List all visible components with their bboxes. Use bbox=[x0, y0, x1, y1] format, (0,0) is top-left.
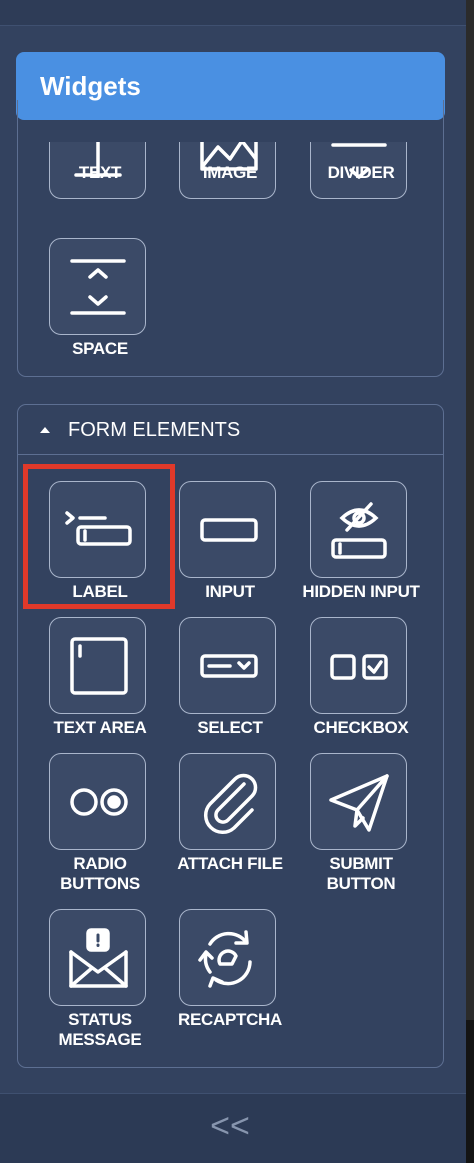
top-bar bbox=[0, 0, 466, 26]
widget-label: SPACE bbox=[72, 339, 128, 358]
form-elements-header[interactable]: FORM ELEMENTS bbox=[18, 405, 443, 455]
radio-buttons-icon bbox=[49, 753, 146, 850]
widgets-panel: Widgets TEXT IMAGE DIVIDER SPACE FORM EL… bbox=[0, 0, 466, 1163]
widget-label-text: TEXT AREA bbox=[53, 718, 147, 737]
widget-label: TEXT bbox=[78, 163, 122, 182]
space-icon bbox=[49, 238, 146, 335]
widget-label-text: ATTACH FILE bbox=[177, 854, 283, 873]
widget-text[interactable]: TEXT bbox=[25, 142, 175, 222]
widget-image[interactable]: IMAGE bbox=[155, 142, 305, 222]
label-line: STATUS bbox=[68, 1010, 132, 1029]
collapse-arrow-icon bbox=[40, 427, 50, 433]
recaptcha-icon bbox=[179, 909, 276, 1006]
widget-label-text: SUBMIT BUTTON bbox=[286, 854, 436, 894]
widget-radio-buttons[interactable]: RADIO BUTTONS bbox=[25, 753, 175, 895]
widget-label-text: CHECKBOX bbox=[313, 718, 409, 737]
panel-footer: << bbox=[0, 1093, 466, 1163]
checkbox-icon bbox=[310, 617, 407, 714]
label-line: MESSAGE bbox=[58, 1030, 142, 1049]
text-area-icon bbox=[49, 617, 146, 714]
widget-select[interactable]: SELECT bbox=[155, 617, 305, 739]
widget-label-text: SELECT bbox=[197, 718, 263, 737]
input-icon bbox=[179, 481, 276, 578]
widget-label-text: STATUS MESSAGE bbox=[25, 1010, 175, 1050]
widget-label-text: HIDDEN INPUT bbox=[302, 582, 420, 601]
envelope-alert-icon bbox=[49, 909, 146, 1006]
section-title: FORM ELEMENTS bbox=[68, 419, 241, 441]
widget-label: IMAGE bbox=[202, 163, 258, 182]
canvas-edge bbox=[466, 0, 474, 1163]
basic-widgets-scroll: TEXT IMAGE DIVIDER SPACE bbox=[0, 142, 466, 382]
widget-recaptcha[interactable]: RECAPTCHA bbox=[155, 909, 305, 1031]
widget-status-message[interactable]: STATUS MESSAGE bbox=[25, 909, 175, 1051]
panel-title: Widgets bbox=[40, 71, 141, 101]
label-line: SUBMIT bbox=[329, 854, 393, 873]
widget-space[interactable]: SPACE bbox=[25, 238, 175, 360]
widget-label-text: RECAPTCHA bbox=[177, 1010, 283, 1029]
widget-label-text: RADIO BUTTONS bbox=[25, 854, 175, 894]
collapse-panel-button[interactable]: << bbox=[205, 1106, 255, 1146]
label-line: RADIO bbox=[73, 854, 127, 873]
label-line: BUTTON bbox=[326, 874, 396, 893]
paper-plane-icon bbox=[310, 753, 407, 850]
widget-submit-button[interactable]: SUBMIT BUTTON bbox=[286, 753, 436, 895]
widget-divider[interactable]: DIVIDER bbox=[286, 142, 436, 222]
select-icon bbox=[179, 617, 276, 714]
widget-label: DIVIDER bbox=[327, 163, 395, 182]
widget-text-area[interactable]: TEXT AREA bbox=[25, 617, 175, 739]
label-line: BUTTONS bbox=[60, 874, 140, 893]
widget-hidden-input[interactable]: HIDDEN INPUT bbox=[286, 481, 436, 603]
widget-checkbox[interactable]: CHECKBOX bbox=[286, 617, 436, 739]
paperclip-icon bbox=[179, 753, 276, 850]
widget-input[interactable]: INPUT bbox=[155, 481, 305, 603]
selected-widget-highlight bbox=[23, 464, 175, 609]
widget-attach-file[interactable]: ATTACH FILE bbox=[155, 753, 305, 875]
widget-label-text: INPUT bbox=[205, 582, 255, 601]
hidden-input-icon bbox=[310, 481, 407, 578]
